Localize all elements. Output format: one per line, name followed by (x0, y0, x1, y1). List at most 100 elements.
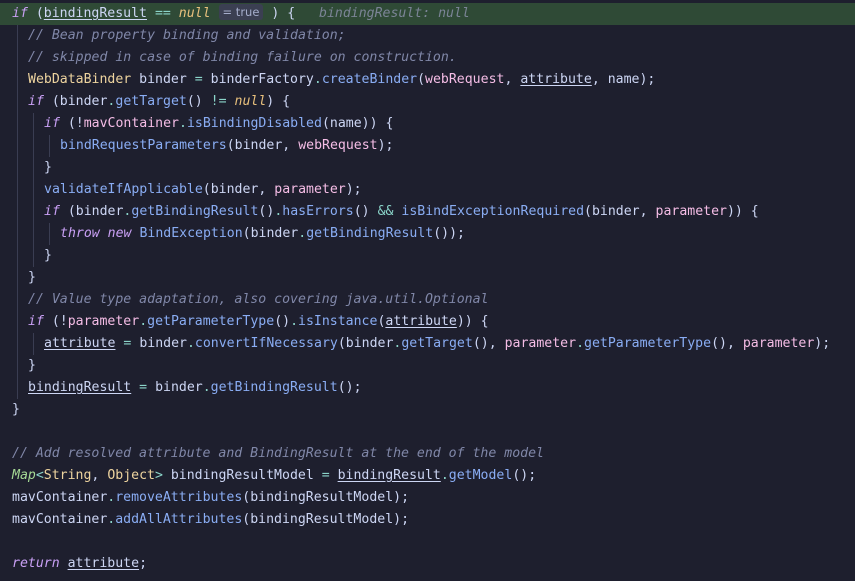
code-line[interactable]: mavContainer.addAllAttributes(bindingRes… (0, 509, 855, 531)
code-token: = (321, 468, 330, 483)
code-token: )) { (456, 314, 489, 329)
code-line[interactable]: if (!parameter.getParameterType().isInst… (0, 311, 855, 333)
code-token: // skipped in case of binding failure on… (28, 50, 457, 65)
code-line[interactable]: } (0, 245, 855, 267)
code-token: ) { (266, 94, 291, 109)
code-token: parameter (504, 336, 577, 351)
code-token: webRequest (298, 138, 378, 153)
code-line[interactable]: WebDataBinder binder = binderFactory.cre… (0, 69, 855, 91)
code-token: binderFactory (202, 72, 314, 87)
code-line[interactable]: attribute = binder.convertIfNecessary(bi… (0, 333, 855, 355)
code-token: binder (131, 72, 195, 87)
code-line[interactable] (0, 531, 855, 553)
code-token: ) { (263, 6, 296, 21)
code-token: createBinder (321, 72, 418, 87)
code-token: getTarget (115, 94, 187, 109)
code-line[interactable]: if (bindingResult == null = true ) { bin… (0, 3, 855, 25)
code-line[interactable]: return attribute; (0, 553, 855, 575)
code-token: (), (472, 336, 505, 351)
code-token: (bindingResultModel); (242, 490, 410, 505)
code-token: null (234, 94, 267, 109)
code-line[interactable]: // skipped in case of binding failure on… (0, 47, 855, 69)
code-token: isInstance (298, 314, 378, 329)
code-token: (! (59, 116, 84, 131)
code-line[interactable]: throw new BindException(binder.getBindin… (0, 223, 855, 245)
indent-guide (17, 69, 18, 91)
code-token: getParameterType (584, 336, 712, 351)
code-line[interactable]: bindingResult = binder.getBindingResult(… (0, 377, 855, 399)
inlay-hint: = true (218, 4, 264, 20)
code-token: () (353, 204, 378, 219)
code-line[interactable]: mavContainer.removeAttributes(bindingRes… (0, 487, 855, 509)
code-token: () (186, 94, 211, 109)
indent-guide (33, 245, 34, 267)
code-line[interactable]: } (0, 157, 855, 179)
indent-guide (17, 377, 18, 399)
code-token: } (44, 160, 52, 175)
code-line[interactable] (0, 421, 855, 443)
code-token: } (28, 358, 36, 373)
code-token: getParameterType (147, 314, 275, 329)
indent-guide (17, 245, 18, 267)
code-token: Map (12, 468, 36, 483)
code-line[interactable]: // Value type adaptation, also covering … (0, 289, 855, 311)
indent-guide (33, 223, 34, 245)
code-token: (); (337, 380, 362, 395)
code-token: hasErrors (282, 204, 354, 219)
code-token: (binder (59, 204, 124, 219)
code-token: ( (27, 6, 44, 21)
indent-guide (17, 201, 18, 223)
code-token: new (107, 226, 132, 241)
code-line[interactable]: } (0, 267, 855, 289)
code-line[interactable]: if (binder.getTarget() != null) { (0, 91, 855, 113)
indent-guide (49, 223, 50, 245)
indent-guide (17, 289, 18, 311)
code-editor[interactable]: if (bindingResult == null = true ) { bin… (0, 0, 855, 581)
code-token: getBindingResult (210, 380, 338, 395)
code-token: (name)) { (321, 116, 394, 131)
code-token: . (313, 72, 322, 87)
code-line[interactable]: bindRequestParameters(binder, webRequest… (0, 135, 855, 157)
indent-guide (17, 333, 18, 355)
code-token: BindException (139, 226, 243, 241)
code-token: throw (60, 226, 100, 241)
code-token: < (35, 468, 44, 483)
code-token: addAllAttributes (115, 512, 243, 527)
code-token: getBindingResult (306, 226, 434, 241)
code-token: . (179, 116, 187, 131)
code-token: convertIfNecessary (194, 336, 338, 351)
code-token: (binder (337, 336, 394, 351)
code-token: ()); (433, 226, 465, 241)
code-token: () (258, 204, 275, 219)
code-token: parameter (274, 182, 346, 197)
code-line[interactable]: } (0, 355, 855, 377)
indent-guide (17, 157, 18, 179)
code-line[interactable]: } (0, 399, 855, 421)
code-token: Object (107, 468, 155, 483)
code-line[interactable]: validateIfApplicable(binder, parameter); (0, 179, 855, 201)
indent-guide (33, 179, 34, 201)
code-token: if (28, 314, 44, 329)
code-line[interactable]: Map<String, Object> bindingResultModel =… (0, 465, 855, 487)
code-line[interactable]: if (binder.getBindingResult().hasErrors(… (0, 201, 855, 223)
code-token: (binder, (202, 182, 275, 197)
code-token: () (274, 314, 291, 329)
code-token: WebDataBinder (28, 72, 132, 87)
code-line[interactable]: // Bean property binding and validation; (0, 25, 855, 47)
code-token: if (44, 116, 60, 131)
indent-guide (17, 267, 18, 289)
code-token: , name); (591, 72, 656, 87)
code-token: } (44, 248, 52, 263)
code-line[interactable]: if (!mavContainer.isBindingDisabled(name… (0, 113, 855, 135)
code-token: (); (512, 468, 537, 483)
code-token: ); (377, 138, 394, 153)
code-token: if (28, 94, 44, 109)
code-line[interactable]: // Add resolved attribute and BindingRes… (0, 443, 855, 465)
code-token: bindingResult (28, 380, 132, 395)
indent-guide (17, 355, 18, 377)
code-token: String (43, 468, 92, 483)
code-token: ; (139, 556, 148, 571)
